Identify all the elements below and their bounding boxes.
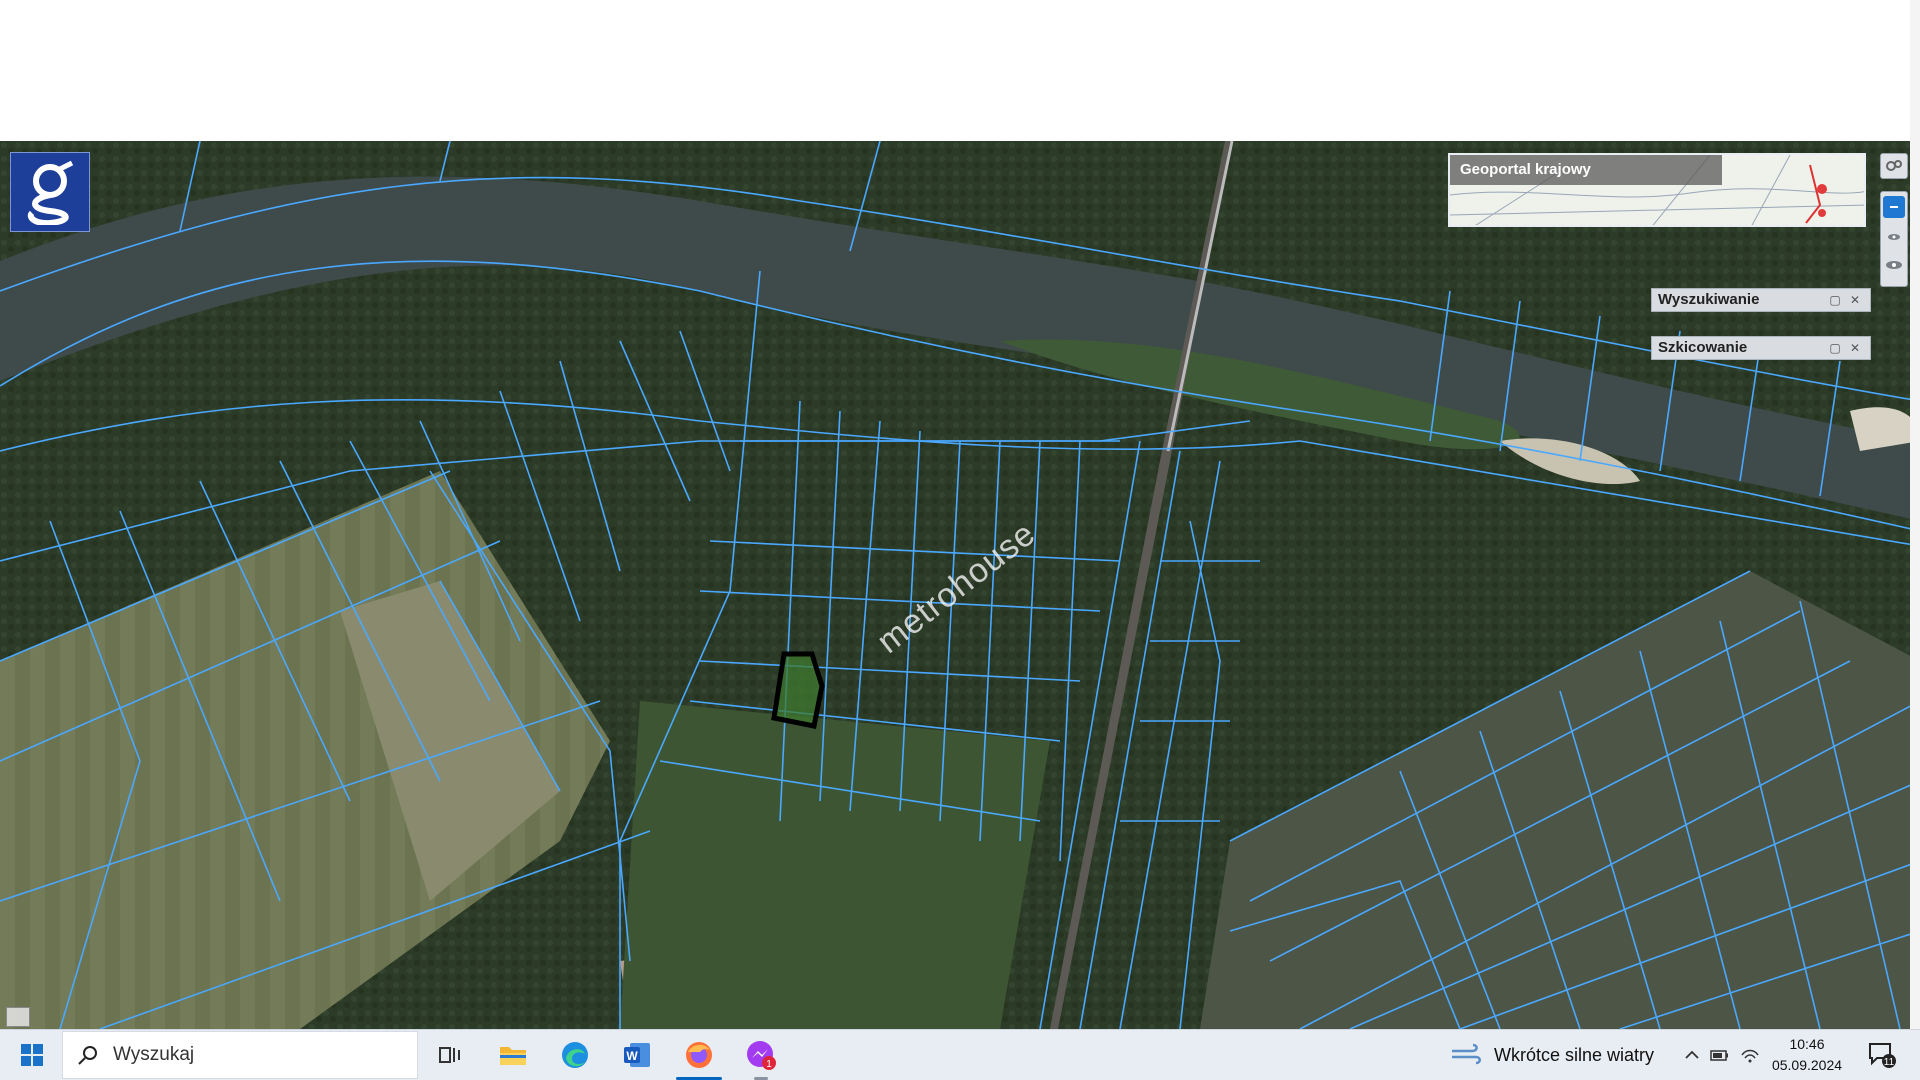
battery-icon (1710, 1050, 1728, 1061)
clock-time: 10:46 (1789, 1036, 1825, 1052)
close-icon[interactable]: ✕ (1848, 341, 1862, 355)
network-icon (1741, 1049, 1759, 1063)
weather-widget[interactable]: Wkrótce silne wiatry (1450, 1030, 1660, 1080)
layer-toggle-button[interactable] (6, 1007, 30, 1027)
start-button[interactable] (12, 1030, 52, 1080)
eye-icon (1888, 234, 1900, 240)
close-icon[interactable]: ✕ (1848, 293, 1862, 307)
hidden-icons-button[interactable] (1680, 1030, 1704, 1080)
maximize-icon[interactable]: ▢ (1828, 293, 1842, 307)
network-button[interactable] (1738, 1030, 1762, 1080)
selected-parcel (771, 651, 825, 729)
file-explorer-button[interactable] (492, 1030, 534, 1080)
task-view-icon (439, 1047, 460, 1063)
overview-map[interactable]: Geoportal krajowy (1448, 153, 1866, 227)
notification-center-button[interactable]: 11 (1862, 1030, 1902, 1080)
overview-title: Geoportal krajowy (1450, 155, 1722, 185)
sketch-panel[interactable]: Szkicowanie ▢ ✕ (1651, 336, 1871, 360)
weather-text: Wkrótce silne wiatry (1494, 1044, 1655, 1065)
clock-date: 05.09.2024 (1771, 1057, 1843, 1073)
zoom-control (1880, 191, 1908, 287)
taskbar: Wyszukaj W 1 Wkrótce silne wiatry 10:46 … (0, 1029, 1920, 1080)
firefox-button[interactable] (668, 1030, 730, 1080)
search-panel-title: Wyszukiwanie (1658, 291, 1760, 308)
zoom-in-icon (1890, 206, 1898, 208)
maximize-icon[interactable]: ▢ (1828, 341, 1842, 355)
edge-button[interactable] (554, 1030, 596, 1080)
search-icon (78, 1046, 97, 1065)
task-view-button[interactable] (430, 1030, 470, 1080)
map-viewport[interactable]: metrohouse Geoportal krajowy Wyszukiwani… (0, 141, 1920, 1029)
word-button[interactable]: W (616, 1030, 658, 1080)
messenger-icon: 1 (747, 1041, 776, 1070)
eye-icon (1886, 261, 1902, 269)
search-placeholder: Wyszukaj (113, 1044, 195, 1065)
geoportal-logo[interactable] (10, 152, 90, 232)
notification-count: 11 (1884, 1057, 1895, 1068)
svg-text:W: W (626, 1049, 638, 1063)
page-header-blank (0, 0, 1920, 141)
file-explorer-icon (500, 1047, 526, 1065)
edge-icon (562, 1042, 588, 1068)
messenger-button[interactable]: 1 (740, 1030, 782, 1080)
settings-button[interactable] (1880, 153, 1908, 179)
settings-icon (1886, 160, 1902, 171)
search-panel[interactable]: Wyszukiwanie ▢ ✕ (1651, 288, 1871, 312)
wind-icon (1452, 1043, 1481, 1065)
taskbar-search[interactable]: Wyszukaj (62, 1031, 418, 1079)
clock[interactable]: 10:46 05.09.2024 (1762, 1034, 1852, 1076)
notification-icon: 11 (1869, 1043, 1896, 1068)
satellite-map (0, 141, 1920, 1029)
chevron-up-icon (1685, 1050, 1699, 1059)
word-icon: W (624, 1043, 650, 1067)
windows-start-icon (21, 1044, 43, 1066)
firefox-icon (686, 1042, 712, 1068)
view-large-button[interactable] (1883, 254, 1905, 276)
scrollbar-strip (1910, 0, 1920, 1080)
messenger-badge: 1 (766, 1059, 772, 1070)
geoportal-logo-icon (27, 160, 74, 225)
zoom-in-button[interactable] (1883, 196, 1905, 218)
view-small-button[interactable] (1883, 226, 1905, 248)
sketch-panel-title: Szkicowanie (1658, 339, 1748, 356)
battery-button[interactable] (1708, 1030, 1732, 1080)
map-toolbar (1880, 153, 1910, 287)
